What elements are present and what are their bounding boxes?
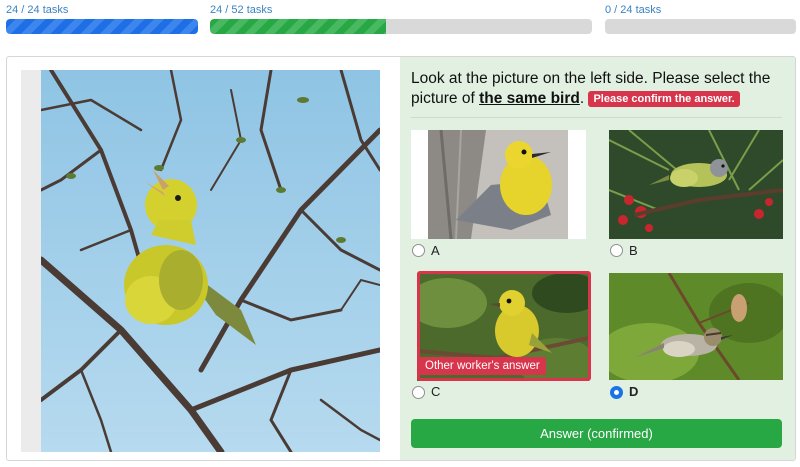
option-b-image[interactable] [609, 130, 783, 239]
task-panel: Look at the picture on the left side. Pl… [6, 56, 796, 461]
progress-fill-2 [210, 19, 387, 34]
option-d-radio[interactable] [610, 386, 623, 399]
question-end: . [579, 90, 585, 107]
progress-track-1 [6, 19, 198, 34]
progress-fill-1 [6, 19, 198, 34]
divider [411, 117, 782, 118]
question-text: Look at the picture on the left side. Pl… [411, 69, 791, 109]
option-a-image[interactable] [411, 130, 586, 239]
other-worker-badge: Other worker's answer [419, 357, 546, 375]
option-d-image[interactable] [609, 273, 783, 380]
option-a-radio[interactable] [412, 244, 425, 257]
confirm-badge: Please confirm the answer. [588, 91, 740, 107]
progress-track-3 [605, 19, 796, 34]
answer-button[interactable]: Answer (confirmed) [411, 419, 782, 448]
reference-image-area [21, 70, 380, 452]
option-d-label[interactable]: D [629, 384, 638, 399]
progress-label-2: 24 / 52 tasks [210, 4, 273, 16]
question-emphasis: the same bird [479, 90, 580, 107]
progress-label-1: 24 / 24 tasks [6, 4, 69, 16]
option-b-label[interactable]: B [629, 243, 638, 258]
question-area: Look at the picture on the left side. Pl… [400, 57, 795, 460]
reference-bird-image [41, 70, 380, 452]
progress-track-2 [210, 19, 592, 34]
option-c-radio[interactable] [412, 386, 425, 399]
option-b-radio[interactable] [610, 244, 623, 257]
option-c-label[interactable]: C [431, 384, 440, 399]
option-a-label[interactable]: A [431, 243, 440, 258]
progress-label-3: 0 / 24 tasks [605, 4, 662, 16]
